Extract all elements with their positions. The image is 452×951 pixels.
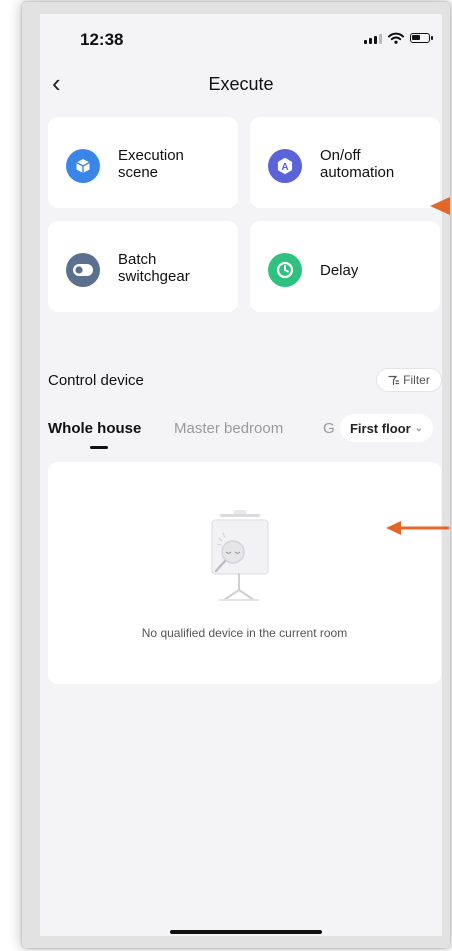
empty-easel-illustration <box>211 510 269 601</box>
annotation-arrow-upper <box>430 197 450 215</box>
chevron-down-icon: ⌄ <box>414 422 424 434</box>
filter-button[interactable]: Filter <box>376 368 442 392</box>
signal-icon <box>364 33 382 44</box>
filter-label: Filter <box>403 373 430 387</box>
status-time: 12:38 <box>80 30 124 49</box>
control-device-title: Control device <box>48 372 144 389</box>
filter-icon <box>388 375 400 385</box>
empty-state-message: No qualified device in the current room <box>141 626 348 640</box>
automation-icon: A <box>268 149 302 183</box>
delay-card[interactable]: Delay <box>250 221 440 312</box>
wifi-icon <box>388 32 404 44</box>
svg-text:A: A <box>281 162 288 173</box>
execution-scene-label: Execution scene <box>118 147 184 181</box>
execution-scene-card[interactable]: Execution scene <box>48 117 238 208</box>
home-indicator <box>170 930 322 934</box>
tab-master-bedroom[interactable]: Master bedroom <box>174 420 283 437</box>
page-title: Execute <box>208 74 274 94</box>
floor-selector[interactable]: First floor ⌄ <box>340 414 433 442</box>
empty-state-panel: No qualified device in the current room <box>48 462 441 684</box>
switch-icon <box>66 253 100 287</box>
tab-whole-house[interactable]: Whole house <box>48 420 141 437</box>
batch-switchgear-card[interactable]: Batch switchgear <box>48 221 238 312</box>
floor-selector-label: First floor <box>349 420 411 436</box>
delay-label: Delay <box>320 262 359 279</box>
cube-icon <box>66 149 100 183</box>
batch-switchgear-label: Batch switchgear <box>118 251 190 285</box>
clock-icon <box>268 253 302 287</box>
on-off-automation-label: On/off automation <box>320 147 395 181</box>
battery-icon <box>410 33 433 43</box>
phone-screen: 12:38 ‹ Execute Execution scene A On/off… <box>40 14 442 936</box>
active-tab-indicator <box>90 446 108 449</box>
status-icons <box>364 32 433 44</box>
annotation-arrow-lower <box>386 521 450 535</box>
on-off-automation-card[interactable]: A On/off automation <box>250 117 440 208</box>
tab-g[interactable]: G <box>323 420 335 437</box>
